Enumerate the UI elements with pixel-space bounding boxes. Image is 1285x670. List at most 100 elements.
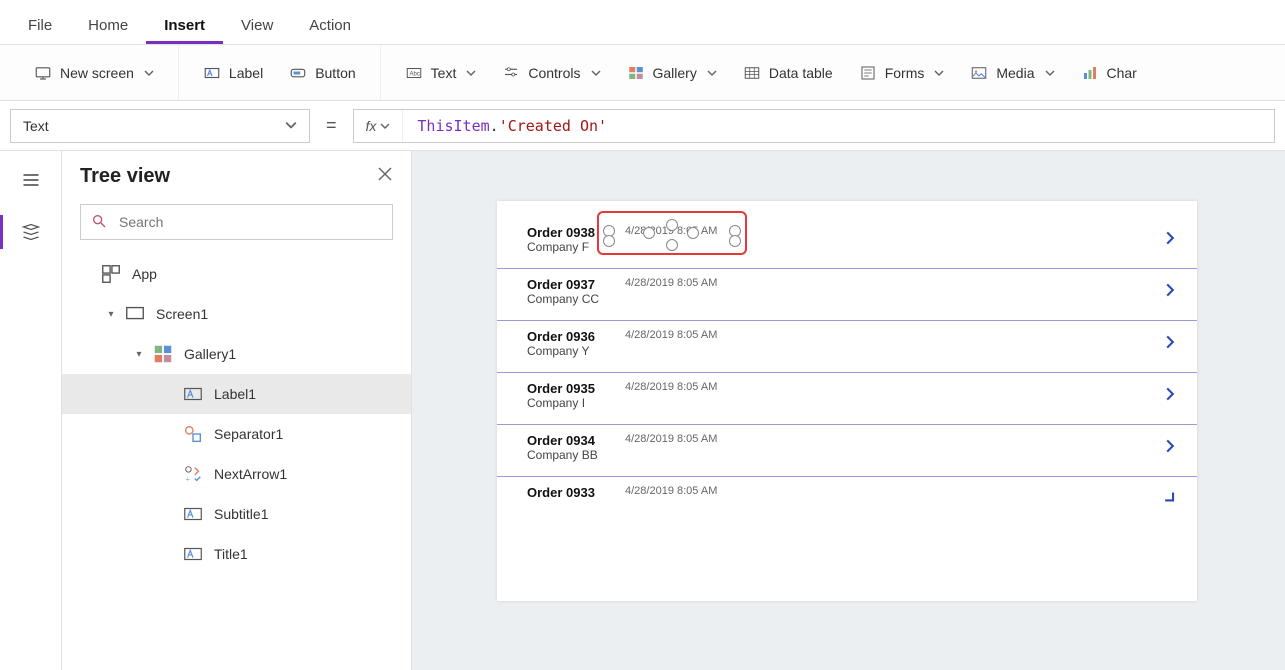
left-rail — [0, 151, 62, 670]
app-screen[interactable]: Order 0938Company F4/28/2019 8:05 AMOrde… — [497, 201, 1197, 601]
gallery-icon — [627, 64, 645, 82]
text-icon: Abc — [405, 64, 423, 82]
chevron-right-icon[interactable] — [1163, 387, 1177, 404]
tree-node-label: App — [132, 266, 157, 282]
chevron-right-icon[interactable] — [1163, 231, 1177, 248]
tree-node-label1[interactable]: Label1 — [62, 374, 411, 414]
gallery-item-title: Order 0937 — [527, 277, 619, 292]
tree-node-label: NextArrow1 — [214, 466, 287, 482]
equals-sign: = — [322, 115, 341, 136]
tree-list: App ▾ Screen1 ▾ Gallery1 Label1 Separato… — [62, 248, 411, 580]
chevron-down-icon — [285, 118, 297, 134]
chevron-right-icon[interactable] — [1163, 283, 1177, 300]
tree-node-label: Subtitle1 — [214, 506, 268, 522]
tree-node-gallery1[interactable]: ▾ Gallery1 — [62, 334, 411, 374]
label-icon — [182, 383, 204, 405]
chevron-right-icon[interactable] — [1163, 439, 1177, 456]
gallery-item-title: Order 0934 — [527, 433, 619, 448]
chevron-down-icon — [707, 65, 717, 81]
new-screen-button[interactable]: New screen — [24, 58, 164, 88]
tree-node-app[interactable]: App — [62, 254, 411, 294]
text-dropdown[interactable]: Abc Text — [395, 58, 487, 88]
workspace: Tree view App ▾ Screen1 ▾ — [0, 151, 1285, 670]
svg-text:Abc: Abc — [409, 71, 419, 77]
data-table-button[interactable]: Data table — [733, 58, 843, 88]
tree-search-input[interactable] — [117, 213, 382, 231]
gallery-dropdown[interactable]: Gallery — [617, 58, 727, 88]
svg-text:+: + — [186, 474, 190, 483]
tree-search[interactable] — [80, 204, 393, 240]
media-dropdown[interactable]: Media — [960, 58, 1064, 88]
controls-icon — [502, 64, 520, 82]
gallery-item-date: 4/28/2019 8:05 AM — [625, 277, 717, 289]
label-button[interactable]: Label — [193, 58, 273, 88]
hamburger-button[interactable] — [14, 163, 48, 197]
gallery-item-subtitle: Company CC — [527, 292, 619, 306]
menu-file[interactable]: File — [10, 17, 70, 44]
canvas[interactable]: Order 0938Company F4/28/2019 8:05 AMOrde… — [412, 151, 1285, 670]
app-icon — [100, 263, 122, 285]
forms-dropdown[interactable]: Forms — [849, 58, 955, 88]
tree-node-title1[interactable]: Title1 — [62, 534, 411, 574]
tree-node-separator1[interactable]: Separator1 — [62, 414, 411, 454]
fx-label[interactable]: fx — [354, 110, 404, 142]
text-label: Text — [431, 65, 457, 81]
button-button[interactable]: Button — [279, 58, 365, 88]
formula-token-string: 'Created On' — [499, 117, 607, 135]
close-panel-button[interactable] — [377, 166, 393, 187]
tree-node-subtitle1[interactable]: Subtitle1 — [62, 494, 411, 534]
chevron-down-icon — [591, 65, 601, 81]
new-screen-label: New screen — [60, 65, 134, 81]
charts-label: Char — [1107, 65, 1137, 81]
menu-home[interactable]: Home — [70, 17, 146, 44]
chevron-right-icon[interactable] — [1163, 335, 1177, 352]
charts-dropdown[interactable]: Char — [1071, 58, 1147, 88]
menu-insert[interactable]: Insert — [146, 17, 223, 44]
controls-dropdown[interactable]: Controls — [492, 58, 610, 88]
formula-box[interactable]: fx ThisItem.'Created On' — [353, 109, 1275, 143]
gallery-item-date: 4/28/2019 8:05 AM — [625, 329, 717, 341]
tree-node-screen1[interactable]: ▾ Screen1 — [62, 294, 411, 334]
screen-icon — [124, 303, 146, 325]
menu-view[interactable]: View — [223, 17, 291, 44]
new-screen-icon — [34, 64, 52, 82]
tree-node-nextarrow1[interactable]: + NextArrow1 — [62, 454, 411, 494]
gallery-label: Gallery — [653, 65, 697, 81]
gallery-item-subtitle: Company Y — [527, 344, 619, 358]
gallery-item[interactable]: Order 0935Company I4/28/2019 8:05 AM — [497, 373, 1197, 425]
ribbon: New screen Label Button Abc Text — [0, 45, 1285, 101]
gallery-item-title: Order 0933 — [527, 485, 619, 500]
chevron-down-icon — [1045, 65, 1055, 81]
tree-node-label: Separator1 — [214, 426, 283, 442]
forms-icon — [859, 64, 877, 82]
data-table-label: Data table — [769, 65, 833, 81]
tree-node-label: Label1 — [214, 386, 256, 402]
formula-input[interactable]: ThisItem.'Created On' — [403, 117, 621, 135]
label-icon — [203, 64, 221, 82]
forms-label: Forms — [885, 65, 925, 81]
gallery-item-title: Order 0936 — [527, 329, 619, 344]
search-icon — [91, 213, 107, 232]
charts-icon — [1081, 64, 1099, 82]
gallery-item[interactable]: Order 0933 4/28/2019 8:05 AM — [497, 477, 1197, 529]
gallery-item[interactable]: Order 0934Company BB4/28/2019 8:05 AM — [497, 425, 1197, 477]
chevron-right-icon[interactable] — [1159, 489, 1181, 511]
formula-token-thisitem: ThisItem — [417, 117, 489, 135]
icons-icon: + — [182, 463, 204, 485]
gallery-item-date: 4/28/2019 8:05 AM — [625, 381, 717, 393]
chevron-down-icon — [934, 65, 944, 81]
gallery-icon — [152, 343, 174, 365]
gallery-item-subtitle: Company BB — [527, 448, 619, 462]
selection-highlight — [597, 211, 747, 255]
gallery-item[interactable]: Order 0937Company CC 4/28/2019 8:05 AM — [497, 269, 1197, 321]
tree-node-label: Gallery1 — [184, 346, 236, 362]
gallery-item-date: 4/28/2019 8:05 AM — [625, 485, 717, 497]
property-selector[interactable]: Text — [10, 109, 310, 143]
button-icon — [289, 64, 307, 82]
gallery-item[interactable]: Order 0936Company Y 4/28/2019 8:05 AM — [497, 321, 1197, 373]
menu-action[interactable]: Action — [291, 17, 369, 44]
tree-node-label: Screen1 — [156, 306, 208, 322]
tree-view-rail-button[interactable] — [14, 215, 48, 249]
data-table-icon — [743, 64, 761, 82]
formula-token-dot: . — [490, 117, 499, 135]
